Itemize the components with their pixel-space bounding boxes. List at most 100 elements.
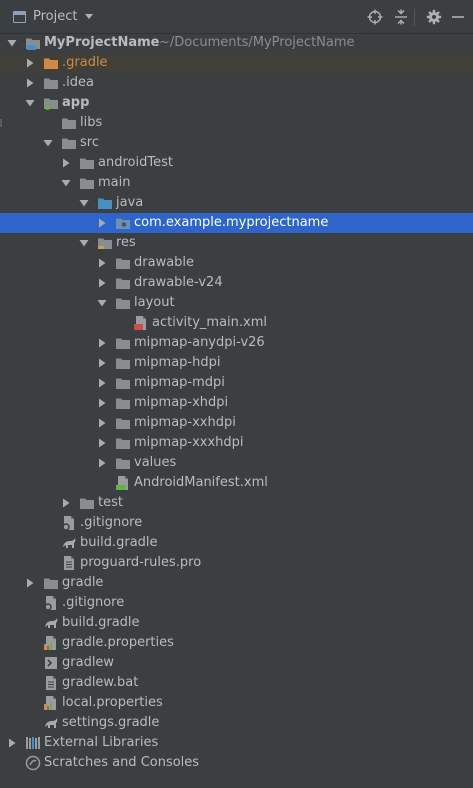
layout-xml-icon [134,316,146,330]
tree-row[interactable]: app [0,93,473,113]
tree-row-label: values [134,455,177,470]
tree-row[interactable]: Scratches and Consoles [0,753,473,773]
tree-row[interactable]: com.example.myprojectname [0,213,473,233]
tree-row[interactable]: AndroidManifest.xml [0,473,473,493]
collapsed-arrow-icon[interactable] [25,58,35,68]
collapsed-arrow-icon[interactable] [61,498,71,508]
package-icon [116,218,130,229]
hide-icon[interactable] [450,9,466,25]
tree-row[interactable]: gradlew.bat [0,673,473,693]
collapsed-arrow-icon[interactable] [25,578,35,588]
tree-row[interactable]: mipmap-anydpi-v26 [0,333,473,353]
locate-icon[interactable] [367,9,383,25]
expanded-arrow-icon[interactable] [79,198,89,208]
folder-icon [116,338,130,349]
tree-row[interactable]: build.gradle [0,533,473,553]
gradle-icon [45,718,58,728]
collapsed-arrow-icon[interactable] [97,278,107,288]
tree-row-label: mipmap-xxxhdpi [134,435,244,450]
collapsed-arrow-icon[interactable] [97,438,107,448]
expanded-arrow-icon[interactable] [97,298,107,308]
tree-row-label: gradlew [62,655,115,670]
tree-row[interactable]: mipmap-xhdpi [0,393,473,413]
tree-row-label: mipmap-mdpi [134,375,225,390]
tree-row[interactable]: drawable [0,253,473,273]
tree-row[interactable]: gradlew [0,653,473,673]
expanded-arrow-icon[interactable] [25,98,35,108]
tree-row[interactable]: mipmap-xxxhdpi [0,433,473,453]
properties-icon [44,636,56,650]
collapsed-arrow-icon[interactable] [97,418,107,428]
tree-row-label: local.properties [62,695,163,710]
tree-row[interactable]: test [0,493,473,513]
tree-row[interactable]: activity_main.xml [0,313,473,333]
tree-row-label: gradle [62,575,104,590]
folder-icon [116,358,130,369]
tree-row[interactable]: layout [0,293,473,313]
tree-row[interactable]: .gitignore [0,513,473,533]
tree-row-label: com.example.myprojectname [134,215,329,230]
tool-window-title[interactable]: Project [33,9,77,25]
gear-icon[interactable] [426,9,442,25]
collapsed-arrow-icon[interactable] [97,258,107,268]
tree-row-label: drawable-v24 [134,275,223,290]
gitignore-icon [62,516,74,531]
tree-row-label: gradlew.bat [62,675,139,690]
tree-row-label: mipmap-xxhdpi [134,415,236,430]
folder-icon [116,438,130,449]
tree-row-label: activity_main.xml [152,315,268,330]
tree-row[interactable]: src [0,133,473,153]
expanded-arrow-icon[interactable] [7,38,17,48]
folder-icon [116,258,130,269]
expanded-arrow-icon[interactable] [61,178,71,188]
libraries-icon [26,737,40,749]
project-tool-window: Project MyProjectName ~/Documents/MyProj… [0,0,473,788]
tree-row[interactable]: gradle.properties [0,633,473,653]
tree-row[interactable]: mipmap-xxhdpi [0,413,473,433]
collapse-all-icon[interactable] [393,9,409,25]
tree-row[interactable]: MyProjectName ~/Documents/MyProjectName [0,33,473,53]
collapsed-arrow-icon[interactable] [97,358,107,368]
tree-row[interactable]: values [0,453,473,473]
collapsed-arrow-icon[interactable] [97,378,107,388]
tree-row[interactable]: .gitignore [0,593,473,613]
folder-icon [116,278,130,289]
tree-row[interactable]: java [0,193,473,213]
text-file-icon [64,556,74,570]
tree-row-label: .gitignore [80,515,143,530]
tree-row-label: .gitignore [62,595,125,610]
tree-row[interactable]: mipmap-mdpi [0,373,473,393]
tree-row[interactable]: gradle [0,573,473,593]
dropdown-arrow-icon[interactable] [85,14,93,19]
tree-row[interactable]: libs [0,113,473,133]
tree-row[interactable]: .idea [0,73,473,93]
collapsed-arrow-icon[interactable] [97,338,107,348]
tree-row[interactable]: External Libraries [0,733,473,753]
expanded-arrow-icon[interactable] [79,238,89,248]
tree-row[interactable]: proguard-rules.pro [0,553,473,573]
collapsed-arrow-icon[interactable] [61,158,71,168]
collapsed-arrow-icon[interactable] [25,78,35,88]
gradle-icon [63,538,76,548]
tree-row-label: build.gradle [80,535,158,550]
collapsed-arrow-icon[interactable] [7,738,17,748]
text-file-icon [46,676,56,690]
tree-row[interactable]: mipmap-hdpi [0,353,473,373]
tree-row[interactable]: .gradle [0,53,473,73]
toolbar-separator [414,9,415,26]
tree-row[interactable]: drawable-v24 [0,273,473,293]
tree-row[interactable]: androidTest [0,153,473,173]
tree-row-label: gradle.properties [62,635,174,650]
expanded-arrow-icon[interactable] [43,138,53,148]
tree-row-label: mipmap-anydpi-v26 [134,335,265,350]
collapsed-arrow-icon[interactable] [97,398,107,408]
tree-row[interactable]: settings.gradle [0,713,473,733]
collapsed-arrow-icon[interactable] [97,458,107,468]
tree-row[interactable]: main [0,173,473,193]
tree-row[interactable]: build.gradle [0,613,473,633]
collapsed-arrow-icon[interactable] [97,218,107,228]
tree-row[interactable]: res [0,233,473,253]
gradle-icon [45,618,58,628]
tree-row[interactable]: local.properties [0,693,473,713]
folder-icon [116,378,130,389]
